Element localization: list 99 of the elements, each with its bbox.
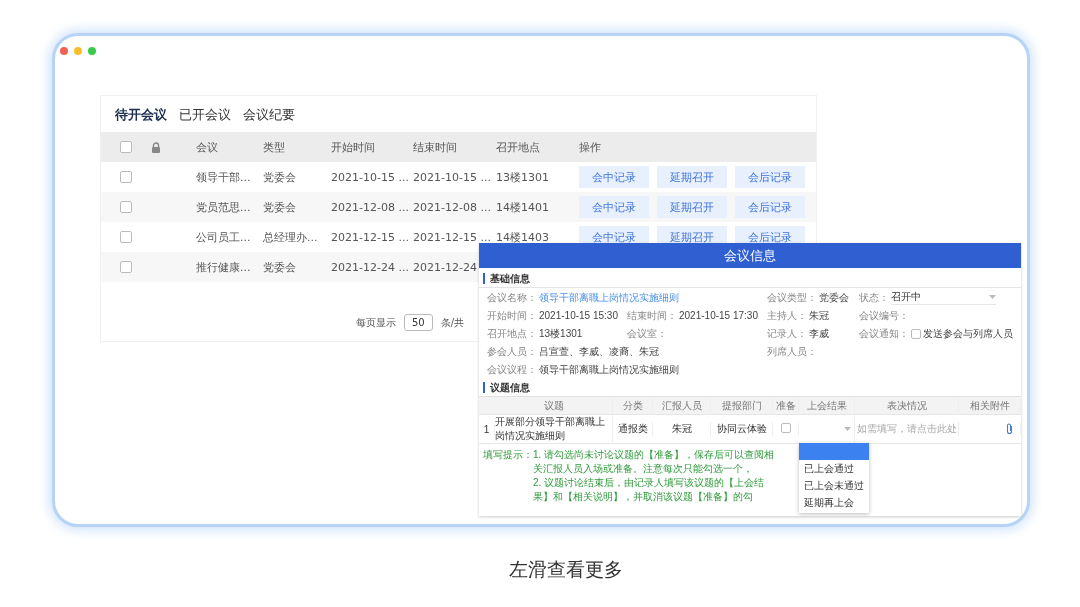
column-header: 分类 xyxy=(613,398,653,413)
hint-text: 2. 议题讨论结束后，由记录人填写该议题的【上会结果】和【相关说明】，并取消该议题【准备】的勾 xyxy=(533,476,766,504)
lock-icon xyxy=(151,141,161,153)
checkbox[interactable] xyxy=(120,201,132,213)
tab[interactable]: 已开会议 xyxy=(175,104,235,126)
action-button[interactable]: 会后记录 xyxy=(735,166,805,188)
dropdown-option[interactable]: 延期再上会 xyxy=(799,494,869,511)
table-cell: 党委会 xyxy=(263,259,296,275)
table-cell: 总经理办... xyxy=(263,229,318,245)
field-label: 会议类型： xyxy=(767,290,817,305)
field-value: 李威 xyxy=(809,326,829,341)
hint-label: 填写提示： xyxy=(483,448,533,462)
field-value: 2021-10-15 15:30 xyxy=(539,310,618,321)
field-label: 会议议程： xyxy=(487,362,537,377)
column-header: 结束时间 xyxy=(413,139,457,155)
action-button[interactable]: 延期召开 xyxy=(657,196,727,218)
dropdown-option[interactable] xyxy=(799,443,869,460)
caret-icon xyxy=(989,295,996,299)
field-label: 记录人： xyxy=(767,326,807,341)
table-cell: 领导干部... xyxy=(196,169,251,185)
caret-icon xyxy=(844,427,851,431)
table-cell: 党委会 xyxy=(263,169,296,185)
section-title: 议题信息 xyxy=(483,382,1017,393)
column-header: 召开地点 xyxy=(496,139,540,155)
field-value: 2021-10-15 17:30 xyxy=(679,310,758,321)
checkbox[interactable] xyxy=(120,231,132,243)
action-button[interactable]: 延期召开 xyxy=(657,166,727,188)
status-select[interactable]: 召开中 xyxy=(891,290,996,305)
column-header: 会议 xyxy=(196,139,218,155)
column-header: 议题 xyxy=(495,398,613,413)
table-cell: 2021-12-08 ... xyxy=(331,200,409,214)
field-label: 列席人员： xyxy=(767,344,817,359)
table-cell: 14楼1401 xyxy=(496,199,549,215)
field-label: 会议编号： xyxy=(859,308,909,323)
caption: 左滑查看更多 xyxy=(508,557,624,582)
table-cell: 2021-10-15 ... xyxy=(331,170,409,184)
table-cell: 党委会 xyxy=(263,199,296,215)
checkbox[interactable] xyxy=(780,423,791,433)
field-label: 结束时间： xyxy=(627,308,677,323)
field-value: 吕宣萱、李威、凌裔、朱冠 xyxy=(539,344,659,359)
table-cell: 推行健康... xyxy=(196,259,251,275)
table-cell: 2021-12-15 ... xyxy=(413,230,491,244)
field-label: 会议通知： xyxy=(859,326,909,341)
checkbox[interactable] xyxy=(120,261,132,273)
field-value: 13楼1301 xyxy=(539,326,583,341)
checkbox[interactable] xyxy=(120,141,132,153)
table-cell: 开展部分领导干部离職上岗情况实施细则 xyxy=(495,415,613,443)
checkbox[interactable] xyxy=(911,328,921,339)
column-header: 开始时间 xyxy=(331,139,375,155)
checkbox-label: 发送参会与列席人员 xyxy=(923,326,1013,341)
column-header: 类型 xyxy=(263,139,285,155)
column-header: 提报部门 xyxy=(711,398,773,413)
column-header: 上会结果 xyxy=(799,398,855,413)
table-cell: 2021-10-15 ... xyxy=(413,170,491,184)
tab[interactable]: 会议纪要 xyxy=(239,104,299,126)
field-label: 参会人员： xyxy=(487,344,537,359)
table-cell: 公司员工... xyxy=(196,229,251,245)
dialog-title: 会议信息 xyxy=(479,243,1021,268)
dropdown-option[interactable]: 已上会未通过 xyxy=(799,477,869,494)
field-label: 会议名称： xyxy=(487,290,537,305)
table-cell: 2021-12-08 ... xyxy=(413,200,491,214)
page-size-label: 每页显示 xyxy=(356,315,396,330)
column-header: 操作 xyxy=(579,139,601,155)
column-header: 汇报人员 xyxy=(653,398,711,413)
table-cell: 2021-12-24 ... xyxy=(331,260,409,274)
tab[interactable]: 待开会议 xyxy=(111,104,171,126)
section-title: 基础信息 xyxy=(483,273,1017,284)
table-cell: 2021-12-15 ... xyxy=(331,230,409,244)
table-cell: 13楼1301 xyxy=(496,169,549,185)
table-cell: 党员范思... xyxy=(196,199,251,215)
page-size-suffix: 条/共 xyxy=(440,315,465,330)
meeting-name-link[interactable]: 领导干部离職上岗情况实施细则 xyxy=(539,290,679,305)
column-header: 相关附件 xyxy=(959,398,1021,413)
checkbox[interactable] xyxy=(120,171,132,183)
table-cell: 2021-12-24 xyxy=(413,260,477,274)
vote-field[interactable]: 如需填写，请点击此处 xyxy=(855,422,959,436)
action-button[interactable]: 会中记录 xyxy=(579,166,649,188)
field-value: 朱冠 xyxy=(809,308,829,323)
field-value: 领导干部离職上岗情况实施细则 xyxy=(539,362,679,377)
window-controls-icon xyxy=(59,46,97,56)
action-button[interactable]: 会中记录 xyxy=(579,196,649,218)
table-cell: 通报类 xyxy=(613,422,653,436)
field-value: 党委会 xyxy=(819,290,849,305)
column-header: 表决情况 xyxy=(855,398,959,413)
row-number: 1 xyxy=(479,423,495,435)
page-size-field[interactable]: 50 xyxy=(404,314,433,331)
hint-text: 1. 请勾选尚未讨论议题的【准备】，保存后可以查阅相关汇报人员入场或准备。注意每次只能勾选一个， xyxy=(533,448,776,476)
field-label: 主持人： xyxy=(767,308,807,323)
table-cell: 14楼1403 xyxy=(496,229,549,245)
field-label: 开始时间： xyxy=(487,308,537,323)
action-button[interactable]: 会后记录 xyxy=(735,196,805,218)
column-header: 准备 xyxy=(773,398,799,413)
table-cell: 朱冠 xyxy=(653,422,711,436)
field-label: 会议室： xyxy=(627,326,667,341)
table-cell: 协同云体验 xyxy=(711,422,773,436)
field-label: 状态： xyxy=(859,290,889,305)
dropdown-option[interactable]: 已上会通过 xyxy=(799,460,869,477)
field-label: 召开地点： xyxy=(487,326,537,341)
paperclip-icon[interactable] xyxy=(1005,423,1014,435)
